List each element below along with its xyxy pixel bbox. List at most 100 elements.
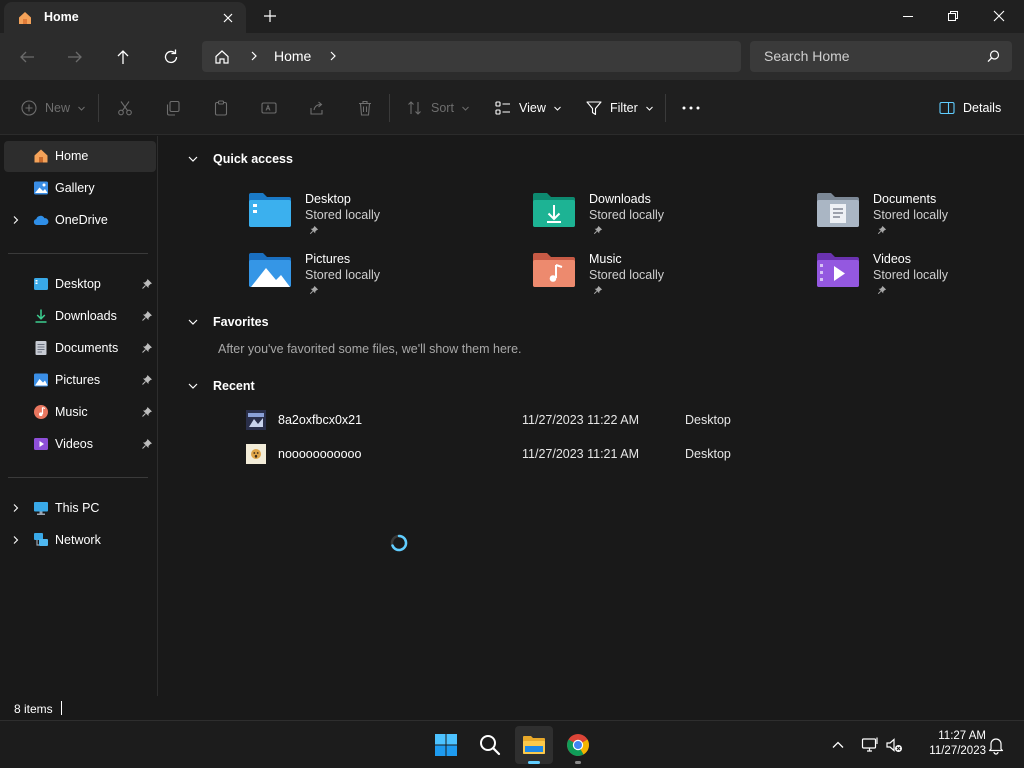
- volume-muted-icon[interactable]: [884, 735, 904, 755]
- chevron-down-icon: [645, 104, 654, 113]
- start-button[interactable]: [427, 726, 465, 764]
- sidebar-item-pictures[interactable]: Pictures: [4, 365, 156, 396]
- pin-icon[interactable]: [141, 310, 153, 322]
- quick-access-item-desktop[interactable]: Desktop Stored locally: [248, 190, 478, 240]
- desktop-folder-icon: [248, 190, 292, 230]
- chevron-down-icon[interactable]: [187, 380, 199, 392]
- pin-icon[interactable]: [141, 406, 153, 418]
- favorites-header[interactable]: Favorites: [187, 312, 269, 332]
- refresh-icon[interactable]: [159, 45, 183, 69]
- pin-icon[interactable]: [141, 374, 153, 386]
- item-name: Music: [589, 252, 622, 266]
- search-icon[interactable]: [986, 49, 1001, 64]
- pin-icon: [593, 225, 603, 235]
- sidebar-item-gallery[interactable]: Gallery: [4, 173, 156, 204]
- quick-access-item-documents[interactable]: Documents Stored locally: [816, 190, 1024, 240]
- recent-header[interactable]: Recent: [187, 376, 255, 396]
- sidebar-item-label: Videos: [55, 437, 93, 451]
- chevron-right-icon[interactable]: [326, 49, 340, 63]
- sidebar-item-videos[interactable]: Videos: [4, 429, 156, 460]
- sidebar-item-documents[interactable]: Documents: [4, 333, 156, 364]
- up-arrow-icon[interactable]: [111, 45, 135, 69]
- pictures-folder-icon: [248, 250, 292, 290]
- filter-button[interactable]: Filter: [585, 97, 654, 119]
- chevron-down-icon[interactable]: [187, 153, 199, 165]
- address-bar[interactable]: Home: [202, 41, 741, 72]
- divider: [665, 94, 666, 122]
- pin-icon[interactable]: [141, 342, 153, 354]
- home-icon[interactable]: [213, 48, 231, 66]
- quick-access-item-videos[interactable]: Videos Stored locally: [816, 250, 1024, 300]
- videos-folder-icon: [816, 250, 860, 290]
- sort-button[interactable]: Sort: [406, 97, 470, 119]
- sidebar-item-home[interactable]: Home: [4, 141, 156, 172]
- file-name: nooooooooooo: [278, 447, 362, 461]
- minimize-icon[interactable]: [896, 4, 920, 28]
- documents-folder-icon: [816, 190, 860, 230]
- documents-icon: [33, 340, 49, 356]
- forward-arrow-icon[interactable]: [63, 45, 87, 69]
- file-name: 8a2oxfbcx0x21: [278, 413, 363, 427]
- sidebar-item-desktop[interactable]: Desktop: [4, 269, 156, 300]
- notification-bell-icon[interactable]: [986, 735, 1006, 755]
- taskbar-file-explorer[interactable]: [515, 726, 553, 764]
- new-button[interactable]: New: [20, 97, 86, 119]
- search-input[interactable]: Search Home: [750, 41, 1012, 72]
- chevron-right-icon[interactable]: [10, 502, 22, 514]
- sidebar-item-label: This PC: [55, 501, 100, 515]
- quick-access-item-music[interactable]: Music Stored locally: [532, 250, 762, 300]
- pin-icon[interactable]: [141, 278, 153, 290]
- network-icon: [33, 532, 49, 548]
- sidebar-item-label: Network: [55, 533, 101, 547]
- sidebar-item-onedrive[interactable]: OneDrive: [4, 205, 156, 236]
- recent-item[interactable]: nooooooooooo 11/27/2023 11:21 AM Desktop: [244, 441, 924, 467]
- sort-label: Sort: [431, 101, 454, 115]
- breadcrumb-home[interactable]: Home: [274, 48, 311, 64]
- sidebar-item-this-pc[interactable]: This PC: [4, 493, 156, 524]
- network-status-icon[interactable]: [860, 735, 880, 755]
- details-button[interactable]: Details: [938, 97, 1001, 119]
- chevron-right-icon[interactable]: [247, 49, 261, 63]
- quick-access-item-pictures[interactable]: Pictures Stored locally: [248, 250, 478, 300]
- view-icon: [494, 99, 512, 117]
- sidebar-item-network[interactable]: Network: [4, 525, 156, 556]
- chevron-right-icon[interactable]: [10, 534, 22, 546]
- image-thumbnail-icon: [246, 444, 266, 464]
- home-content: Quick access Desktop Stored locally Down…: [159, 136, 1024, 696]
- taskbar-search-button[interactable]: [471, 726, 509, 764]
- sidebar-item-music[interactable]: Music: [4, 397, 156, 428]
- chevron-down-icon[interactable]: [187, 316, 199, 328]
- restore-icon[interactable]: [941, 4, 965, 28]
- more-options-icon[interactable]: [681, 97, 701, 119]
- delete-icon[interactable]: [356, 97, 374, 119]
- details-label: Details: [963, 101, 1002, 115]
- tab-home[interactable]: Home: [4, 2, 246, 33]
- copy-icon[interactable]: [164, 97, 182, 119]
- taskbar-chrome[interactable]: [559, 726, 597, 764]
- new-tab-plus-icon[interactable]: [261, 7, 279, 25]
- share-icon[interactable]: [308, 97, 326, 119]
- sidebar-item-downloads[interactable]: Downloads: [4, 301, 156, 332]
- chevron-right-icon[interactable]: [10, 214, 22, 226]
- close-window-icon[interactable]: [987, 4, 1011, 28]
- quick-access-header[interactable]: Quick access: [187, 149, 293, 169]
- sidebar-item-label: OneDrive: [55, 213, 108, 227]
- back-arrow-icon[interactable]: [15, 45, 39, 69]
- sidebar-item-label: Downloads: [55, 309, 117, 323]
- file-date: 11/27/2023 11:21 AM: [522, 447, 639, 461]
- chevron-up-icon[interactable]: [828, 735, 848, 755]
- close-tab-icon[interactable]: [219, 9, 237, 27]
- home-folder-icon: [17, 10, 33, 26]
- item-count: 8 items: [14, 702, 53, 716]
- paste-icon[interactable]: [212, 97, 230, 119]
- recent-item[interactable]: 8a2oxfbcx0x21 11/27/2023 11:22 AM Deskto…: [244, 407, 924, 433]
- pin-icon: [877, 225, 887, 235]
- view-button[interactable]: View: [494, 97, 562, 119]
- divider: [8, 477, 148, 478]
- system-clock[interactable]: 11:27 AM 11/27/2023: [912, 729, 986, 759]
- cut-icon[interactable]: [116, 97, 134, 119]
- pin-icon[interactable]: [141, 438, 153, 450]
- sidebar-item-label: Home: [55, 149, 89, 163]
- rename-icon[interactable]: [260, 97, 278, 119]
- quick-access-item-downloads[interactable]: Downloads Stored locally: [532, 190, 762, 240]
